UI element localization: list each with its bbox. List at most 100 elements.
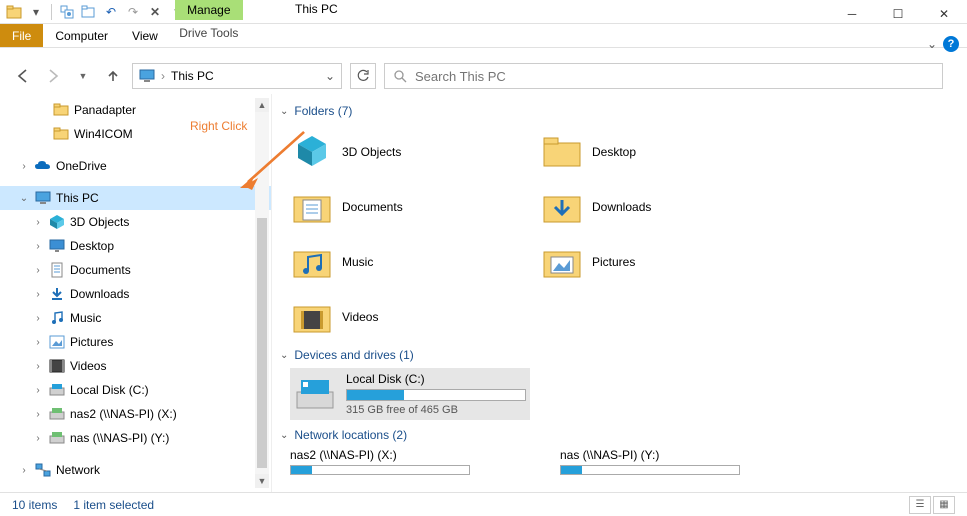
group-header-netloc[interactable]: ⌄ Network locations (2) [280, 428, 963, 442]
ribbon-tabs: File Computer View Manage Drive Tools [0, 24, 967, 48]
view-tab[interactable]: View [120, 24, 170, 47]
tree-item-onedrive[interactable]: › OneDrive [0, 154, 271, 178]
tree-item-localdisk[interactable]: › Local Disk (C:) [0, 378, 271, 402]
group-header-folders[interactable]: ⌄ Folders (7) [280, 104, 963, 118]
document-icon [48, 261, 66, 279]
folder-icon [542, 132, 582, 172]
cloud-icon [34, 157, 52, 175]
file-tab[interactable]: File [0, 24, 43, 47]
drive-usage-bar [346, 389, 526, 401]
tree-item-nas[interactable]: › nas (\\NAS-PI) (Y:) [0, 426, 271, 450]
status-bar: 10 items 1 item selected ☰ ▦ [0, 492, 967, 516]
folder-documents[interactable]: Documents [288, 179, 538, 234]
netdrive-icon [48, 429, 66, 447]
scroll-up-icon[interactable]: ▲ [255, 98, 269, 112]
maximize-button[interactable]: ☐ [875, 0, 921, 28]
close-button[interactable]: ✕ [921, 0, 967, 28]
pc-icon [34, 189, 52, 207]
back-button[interactable] [12, 65, 34, 87]
download-folder-icon [542, 187, 582, 227]
navigation-pane: Panadapter Win4ICOM › OneDrive ⌄ This PC… [0, 94, 272, 492]
disk-icon [48, 381, 66, 399]
folder-pictures[interactable]: Pictures [538, 234, 788, 289]
window-title: This PC [295, 2, 338, 16]
navigation-bar: ▼ › This PC ⌄ [0, 58, 967, 94]
address-text: This PC [171, 69, 214, 83]
ribbon-collapse-icon[interactable]: ⌄ [927, 37, 937, 51]
folder-icon[interactable] [4, 2, 24, 22]
drive-tools-label: Drive Tools [179, 22, 238, 40]
search-icon [393, 69, 407, 83]
folder-music[interactable]: Music [288, 234, 538, 289]
chevron-down-icon: ⌄ [280, 430, 288, 441]
tree-item-music[interactable]: › Music [0, 306, 271, 330]
minimize-button[interactable]: ─ [829, 0, 875, 28]
tree-item-thispc[interactable]: ⌄ This PC [0, 186, 271, 210]
chevron-down-icon[interactable]: ▾ [26, 2, 46, 22]
netdrive-icon [48, 405, 66, 423]
tree-item-3dobjects[interactable]: › 3D Objects [0, 210, 271, 234]
tree-item-videos[interactable]: › Videos [0, 354, 271, 378]
recent-dropdown[interactable]: ▼ [72, 65, 94, 87]
computer-tab[interactable]: Computer [43, 24, 120, 47]
tree-item-documents[interactable]: › Documents [0, 258, 271, 282]
music-icon [48, 309, 66, 327]
status-item-count: 10 items [12, 498, 57, 512]
download-icon [48, 285, 66, 303]
music-folder-icon [292, 242, 332, 282]
tree-item-desktop[interactable]: › Desktop [0, 234, 271, 258]
drive-localdisk[interactable]: Local Disk (C:) 315 GB free of 465 GB [290, 368, 530, 420]
cube-icon [48, 213, 66, 231]
address-bar[interactable]: › This PC ⌄ [132, 63, 342, 89]
chevron-icon[interactable]: › [18, 161, 30, 172]
up-button[interactable] [102, 65, 124, 87]
folder-desktop[interactable]: Desktop [538, 124, 788, 179]
properties-icon[interactable] [57, 2, 77, 22]
drive-name: Local Disk (C:) [346, 372, 526, 386]
forward-button[interactable] [42, 65, 64, 87]
tree-item-win4icom[interactable]: Win4ICOM [0, 122, 271, 146]
tree-item-pictures[interactable]: › Pictures [0, 330, 271, 354]
folder-videos[interactable]: Videos [288, 289, 538, 344]
tree-item-nas2[interactable]: › nas2 (\\NAS-PI) (X:) [0, 402, 271, 426]
folder-icon [52, 101, 70, 119]
folder-icon [52, 125, 70, 143]
net-usage-bar [560, 465, 740, 475]
chevron-down-icon: ⌄ [280, 106, 288, 117]
pc-icon [139, 69, 155, 83]
help-icon[interactable]: ? [943, 36, 959, 52]
disk-icon [294, 373, 336, 415]
scroll-thumb[interactable] [257, 218, 267, 468]
address-sep: › [161, 69, 165, 83]
address-dropdown-icon[interactable]: ⌄ [325, 69, 335, 83]
picture-folder-icon [542, 242, 582, 282]
search-bar[interactable] [384, 63, 943, 89]
cube-icon [292, 132, 332, 172]
group-header-devices[interactable]: ⌄ Devices and drives (1) [280, 348, 963, 362]
video-icon [48, 357, 66, 375]
tree-item-downloads[interactable]: › Downloads [0, 282, 271, 306]
new-folder-icon[interactable] [79, 2, 99, 22]
netloc-nas2[interactable]: nas2 (\\NAS-PI) (X:) [290, 448, 530, 475]
net-usage-bar [290, 465, 470, 475]
scrollbar[interactable]: ▲ ▼ [255, 98, 269, 488]
undo-icon[interactable]: ↶ [101, 2, 121, 22]
desktop-icon [48, 237, 66, 255]
refresh-button[interactable] [350, 63, 376, 89]
search-input[interactable] [415, 69, 934, 84]
tree-item-panadapter[interactable]: Panadapter [0, 98, 271, 122]
network-icon [34, 461, 52, 479]
netloc-nas[interactable]: nas (\\NAS-PI) (Y:) [560, 448, 800, 475]
scroll-down-icon[interactable]: ▼ [255, 474, 269, 488]
delete-icon[interactable]: ✕ [145, 2, 165, 22]
drive-free-text: 315 GB free of 465 GB [346, 404, 526, 416]
folder-downloads[interactable]: Downloads [538, 179, 788, 234]
redo-icon[interactable]: ↷ [123, 2, 143, 22]
chevron-down-icon[interactable]: ⌄ [18, 193, 30, 204]
video-folder-icon [292, 297, 332, 337]
folder-3dobjects[interactable]: 3D Objects [288, 124, 538, 179]
chevron-down-icon: ⌄ [280, 350, 288, 361]
tree-item-network[interactable]: › Network [0, 458, 271, 482]
manage-tab[interactable]: Manage [175, 0, 242, 20]
status-selected: 1 item selected [73, 498, 154, 512]
